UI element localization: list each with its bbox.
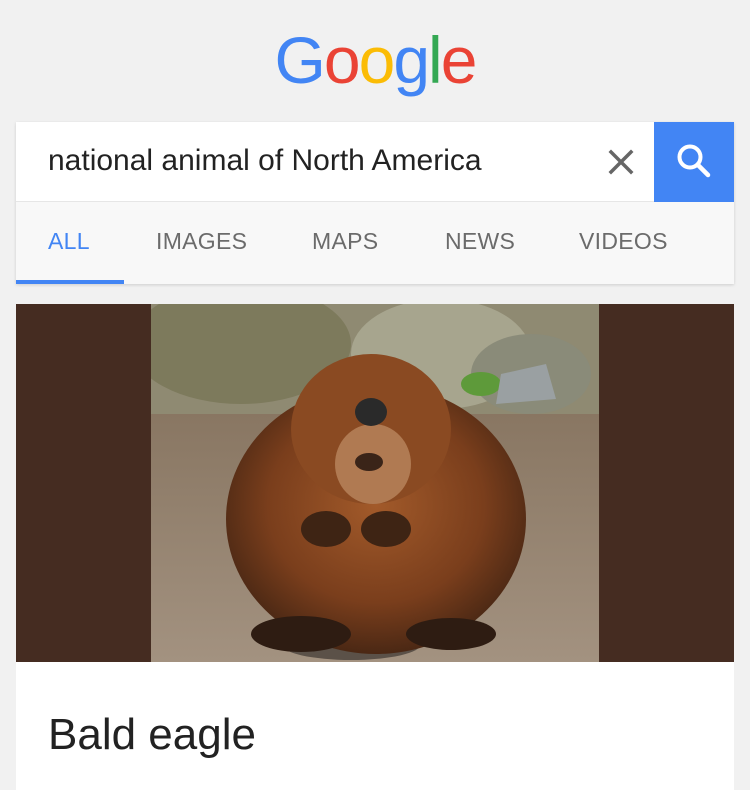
clear-button[interactable] bbox=[601, 142, 641, 182]
google-logo[interactable]: Google bbox=[0, 22, 750, 98]
search-bar: national animal of North America bbox=[16, 122, 734, 202]
active-tab-indicator bbox=[16, 280, 124, 284]
search-card: national animal of North America ALL IMA… bbox=[16, 122, 734, 284]
knowledge-card: Bald eagle bbox=[16, 304, 734, 790]
logo-letter: g bbox=[393, 23, 430, 97]
answer-title: Bald eagle bbox=[48, 710, 256, 759]
result-image-frame[interactable] bbox=[16, 304, 734, 662]
search-button[interactable] bbox=[654, 122, 734, 202]
tab-all[interactable]: ALL bbox=[48, 228, 90, 255]
logo-letter: o bbox=[358, 23, 396, 97]
logo-letter: l bbox=[428, 23, 443, 97]
close-icon bbox=[608, 149, 634, 175]
tab-news[interactable]: NEWS bbox=[445, 228, 515, 255]
tab-images[interactable]: IMAGES bbox=[156, 228, 247, 255]
logo-letter: o bbox=[323, 23, 361, 97]
search-input[interactable]: national animal of North America bbox=[48, 144, 482, 178]
tab-videos[interactable]: VIDEOS bbox=[579, 228, 668, 255]
beaver-photo bbox=[151, 304, 599, 662]
search-tabs: ALL IMAGES MAPS NEWS VIDEOS bbox=[16, 202, 734, 284]
logo-letter: e bbox=[440, 23, 478, 97]
search-icon bbox=[677, 144, 711, 178]
logo-letter: G bbox=[274, 23, 326, 97]
tab-maps[interactable]: MAPS bbox=[312, 228, 378, 255]
